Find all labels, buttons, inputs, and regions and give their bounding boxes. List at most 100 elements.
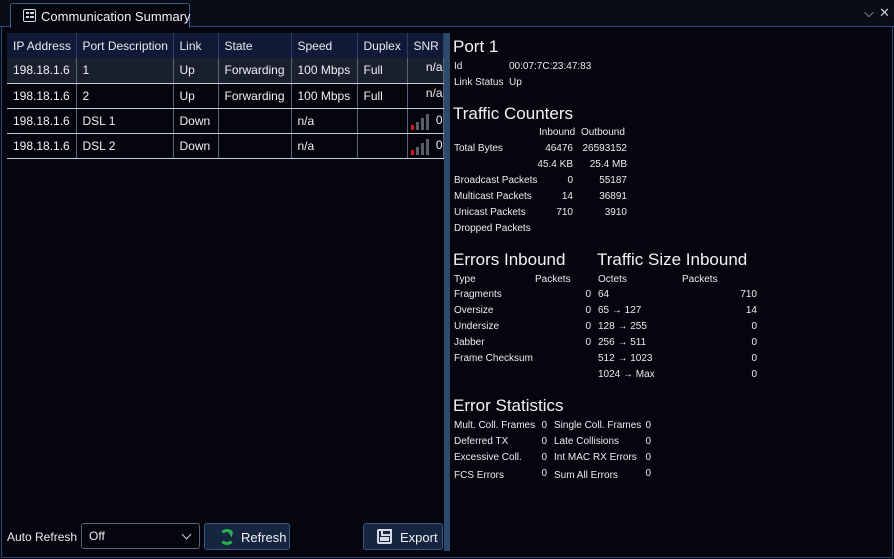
stat-label: Int MAC RX Errors: [554, 452, 637, 463]
multicast-out: 36891: [599, 191, 627, 202]
chevron-down-icon: [181, 529, 192, 540]
link-status-value: Up: [509, 77, 522, 88]
signal-strength-icon: [410, 113, 433, 130]
cell-state: Forwarding: [218, 58, 292, 84]
size-row-label: 1024 → Max: [598, 369, 655, 380]
id-value: 00:07:7C:23:47:83: [509, 61, 592, 72]
tab-title: Communication Summary: [41, 9, 191, 24]
link-status-label: Link Status: [454, 77, 504, 88]
cell-ip: 198.18.1.6: [7, 83, 77, 109]
error-row-value: 0: [585, 337, 591, 348]
cell-speed: 100 Mbps: [291, 58, 358, 84]
cell-link: Down: [173, 133, 219, 159]
cell-duplex: [357, 133, 408, 159]
stat-value: 0: [645, 436, 651, 447]
port-table: IP Address Port Description Link State S…: [7, 33, 444, 159]
errors-packets-header: Packets: [535, 274, 571, 285]
table-row[interactable]: 198.18.1.6 1 Up Forwarding 100 Mbps Full…: [7, 58, 444, 84]
stat-value: 0: [645, 468, 651, 479]
total-bytes-out-formatted: 25.4 MB: [589, 159, 627, 170]
inbound-header: Inbound: [539, 127, 576, 138]
error-row-value: 0: [585, 289, 591, 300]
cell-speed: n/a: [291, 133, 358, 159]
column-header-link[interactable]: Link: [173, 33, 219, 58]
cell-port: 2: [76, 83, 174, 109]
cell-snr: n/a: [407, 83, 444, 109]
broadcast-out: 55187: [599, 175, 627, 186]
stat-label: Excessive Coll.: [454, 452, 522, 463]
multicast-in: 14: [561, 191, 573, 202]
stat-label: Sum All Errors: [554, 470, 618, 481]
snr-value: n/a: [425, 85, 443, 100]
chevron-down-icon[interactable]: ⌵: [864, 6, 874, 20]
error-row-value: 0: [585, 321, 591, 332]
size-row-label: 128 → 255: [598, 321, 647, 332]
export-button-label: Export: [400, 530, 438, 545]
size-row-label: 512 → 1023: [598, 353, 653, 364]
id-label: Id: [454, 61, 463, 72]
cell-duplex: Full: [357, 83, 408, 109]
close-icon[interactable]: ✕: [879, 6, 890, 20]
tab-communication-summary[interactable]: Communication Summary: [10, 3, 191, 28]
stat-label: Deferred TX: [454, 436, 509, 447]
stat-value: 0: [645, 452, 651, 463]
export-button[interactable]: Export: [363, 523, 443, 550]
auto-refresh-label: Auto Refresh: [7, 530, 78, 544]
cell-ip: 198.18.1.6: [7, 108, 77, 134]
traffic-counters-title: Traffic Counters: [453, 104, 573, 123]
cell-state: [218, 133, 292, 159]
multicast-label: Multicast Packets: [454, 191, 532, 202]
cell-state: [218, 108, 292, 134]
refresh-button[interactable]: Refresh: [204, 523, 290, 550]
auto-refresh-select[interactable]: Off: [81, 523, 200, 549]
stat-value: 0: [541, 420, 547, 431]
auto-refresh-value: Off: [89, 529, 105, 543]
cell-snr: 0: [407, 133, 444, 159]
refresh-icon: [219, 529, 235, 545]
column-header-duplex[interactable]: Duplex: [357, 33, 408, 58]
size-row-value: 710: [740, 289, 757, 300]
unicast-label: Unicast Packets: [454, 207, 526, 218]
size-row-label: 64: [598, 289, 610, 300]
cell-duplex: [357, 108, 408, 134]
octets-header: Octets: [598, 274, 627, 285]
column-header-ip[interactable]: IP Address: [7, 33, 77, 58]
table-row[interactable]: 198.18.1.6 2 Up Forwarding 100 Mbps Full…: [7, 83, 444, 109]
column-header-state[interactable]: State: [218, 33, 292, 58]
cell-speed: 100 Mbps: [291, 83, 358, 109]
table-row[interactable]: 198.18.1.6 DSL 2 Down n/a 0: [7, 133, 444, 159]
stat-value: 0: [541, 436, 547, 447]
panel-splitter[interactable]: [444, 33, 450, 551]
snr-value: 0: [435, 137, 443, 152]
stat-label: Mult. Coll. Frames: [454, 420, 536, 431]
cell-ip: 198.18.1.6: [7, 58, 77, 84]
column-header-port[interactable]: Port Description: [76, 33, 174, 58]
port-title: Port 1: [453, 37, 499, 56]
stat-value: 0: [541, 468, 547, 479]
refresh-button-label: Refresh: [241, 530, 287, 545]
cell-duplex: Full: [357, 58, 408, 84]
cell-link: Up: [173, 83, 219, 109]
table-row[interactable]: 198.18.1.6 DSL 1 Down n/a 0: [7, 108, 444, 134]
cell-port: DSL 2: [76, 133, 174, 159]
error-row-label: Fragments: [454, 289, 502, 300]
unicast-out: 3910: [604, 207, 627, 218]
size-packets-header: Packets: [682, 274, 718, 285]
cell-speed: n/a: [291, 108, 358, 134]
error-row-label: Frame Checksum: [454, 353, 533, 364]
port-detail-panel: Port 1 Id 00:07:7C:23:47:83 Link Status …: [453, 33, 893, 551]
size-row-label: 256 → 511: [598, 337, 647, 348]
snr-value: n/a: [425, 60, 443, 74]
dashboard-icon: [23, 9, 36, 22]
table-header-row: IP Address Port Description Link State S…: [7, 33, 444, 58]
broadcast-in: 0: [567, 175, 573, 186]
size-row-value: 0: [751, 353, 757, 364]
save-icon: [377, 529, 392, 544]
error-row-label: Undersize: [454, 321, 500, 332]
outbound-header: Outbound: [581, 127, 625, 138]
size-row-value: 0: [751, 321, 757, 332]
column-header-speed[interactable]: Speed: [291, 33, 358, 58]
stat-label: Late Collisions: [554, 436, 620, 447]
column-header-snr[interactable]: SNR: [407, 33, 444, 58]
cell-link: Down: [173, 108, 219, 134]
